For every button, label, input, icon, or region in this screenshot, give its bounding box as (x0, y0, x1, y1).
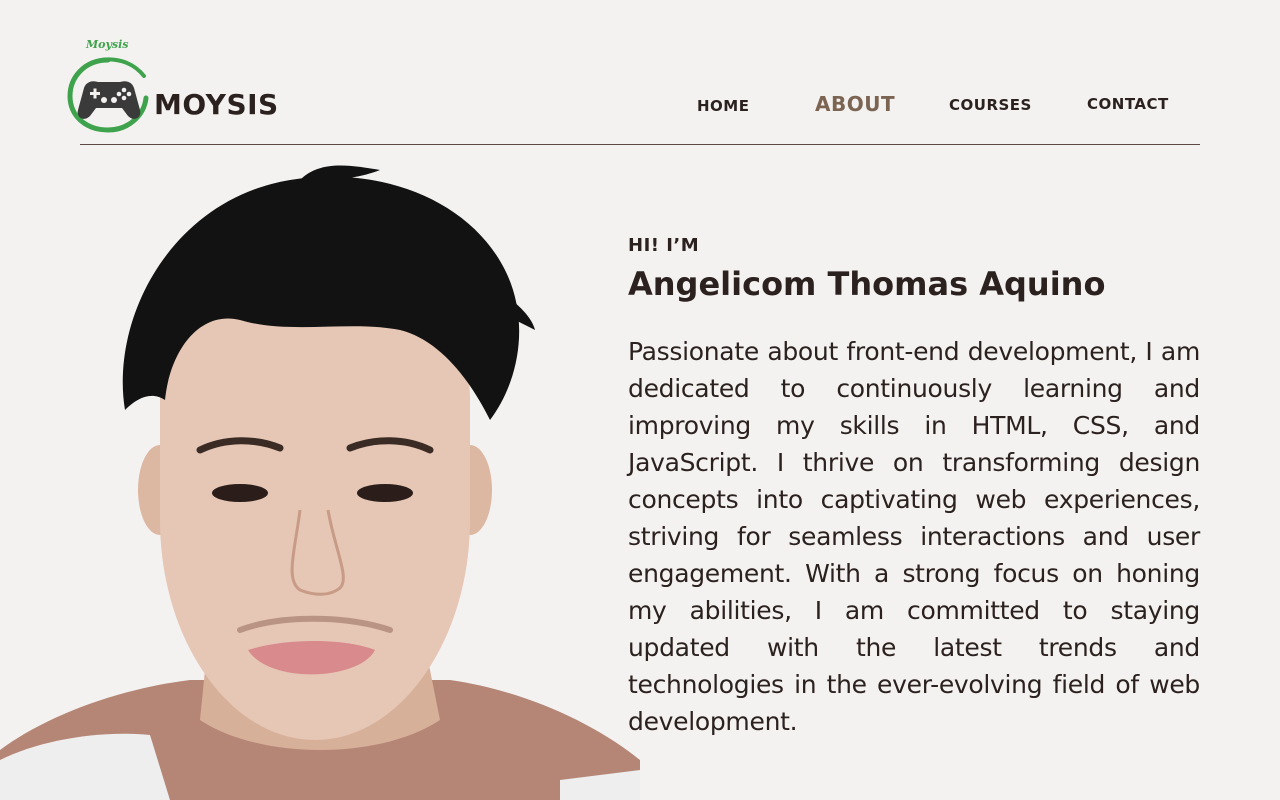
nav-home-link[interactable]: HOME (697, 97, 749, 115)
nav-about-link[interactable]: ABOUT (815, 92, 895, 116)
profile-photo (0, 165, 640, 800)
about-page: Moysis MOYSIS HOME ABOUT COURSES CONTACT (0, 0, 1280, 800)
profile-bio: Passionate about front-end development, … (628, 337, 1200, 736)
header-divider (80, 144, 1200, 145)
intro-greeting: HI! I’M (628, 235, 700, 256)
profile-name: Angelicom Thomas Aquino (628, 265, 1106, 303)
main-nav: HOME ABOUT COURSES CONTACT (0, 0, 1280, 140)
nav-courses-link[interactable]: COURSES (949, 96, 1032, 114)
nav-contact-link[interactable]: CONTACT (1087, 95, 1169, 113)
